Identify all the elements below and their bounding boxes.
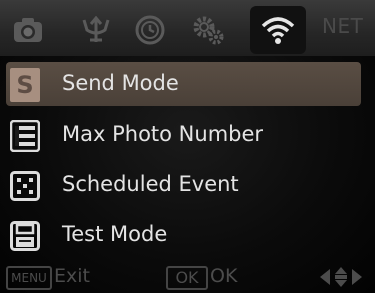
tab-camera[interactable] xyxy=(6,8,50,52)
camera-icon xyxy=(14,18,42,42)
menu-item-scheduled-event[interactable]: Scheduled Event xyxy=(0,163,368,207)
tab-trident[interactable] xyxy=(74,8,118,52)
floppy-disk-icon xyxy=(10,221,40,251)
trident-icon xyxy=(82,16,110,42)
left-right-arrows-icon xyxy=(320,267,362,287)
exit-hint: Exit xyxy=(54,265,90,287)
menu-item-test-mode[interactable]: Test Mode xyxy=(0,213,368,257)
menu-key-badge: MENU xyxy=(6,266,52,290)
menu-item-label: Test Mode xyxy=(62,222,168,246)
menu-item-max-photo-number[interactable]: Max Photo Number xyxy=(0,113,368,157)
s-badge-icon: S xyxy=(10,68,40,102)
wifi-icon xyxy=(261,17,295,44)
tab-wifi[interactable] xyxy=(250,6,306,54)
hint-bar: MENU Exit OK OK xyxy=(0,262,375,293)
tab-net[interactable]: NET xyxy=(322,14,363,38)
ok-key-badge: OK xyxy=(166,266,208,290)
tab-bar: NET xyxy=(0,0,375,56)
ok-hint: OK xyxy=(210,265,238,287)
tab-clock[interactable] xyxy=(128,8,172,52)
gears-icon xyxy=(193,16,224,45)
numbered-list-icon xyxy=(10,120,40,152)
menu-item-label: Max Photo Number xyxy=(62,122,264,146)
camera-settings-screen: NET S Send Mode Max Photo Number Schedul… xyxy=(0,0,375,293)
menu-item-label: Scheduled Event xyxy=(62,172,239,196)
menu-item-send-mode[interactable]: S Send Mode xyxy=(6,62,361,106)
menu-item-label: Send Mode xyxy=(62,71,179,95)
clock-icon xyxy=(135,15,165,45)
tab-gears[interactable] xyxy=(186,8,230,52)
scheduled-event-icon xyxy=(10,171,40,201)
